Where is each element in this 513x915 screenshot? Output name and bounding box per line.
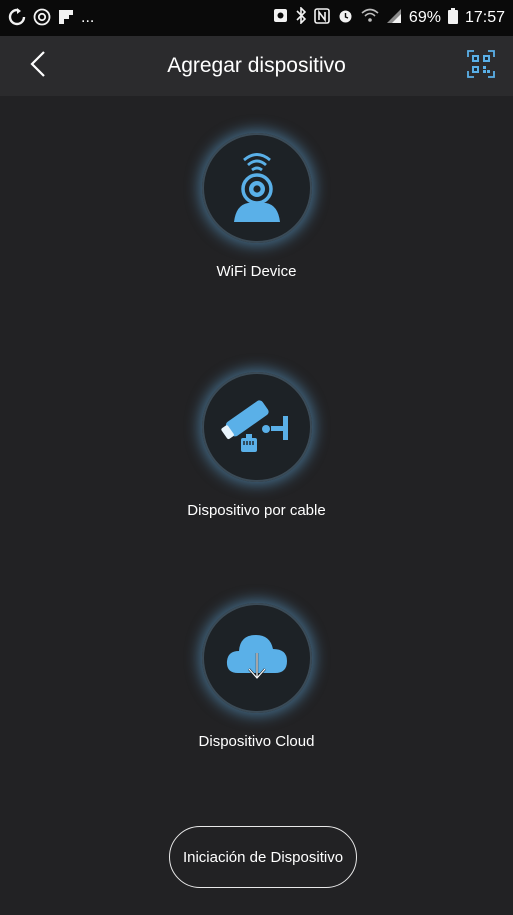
cloud-device-option[interactable]: Dispositivo Cloud (0, 603, 513, 750)
wifi-device-option[interactable]: WiFi Device (0, 133, 513, 280)
wifi-device-icon-ring (201, 133, 312, 243)
page-title: Agregar dispositivo (167, 54, 346, 77)
cloud-device-label: Dispositivo Cloud (198, 733, 315, 750)
cloud-download-icon (224, 627, 290, 690)
qr-scan-button[interactable] (465, 49, 497, 83)
nfc-icon (314, 7, 330, 29)
sync-icon (8, 7, 26, 29)
device-initialization-button[interactable]: Iniciación de Dispositivo (169, 826, 357, 888)
cloud-device-icon-ring (201, 603, 312, 713)
status-bar: ... 69% 17:57 (0, 0, 513, 36)
wired-camera-icon (217, 392, 297, 463)
signal-icon (386, 8, 402, 29)
app-bar: Agregar dispositivo (0, 36, 513, 96)
instagram-icon (33, 8, 51, 29)
clock: 17:57 (464, 9, 505, 26)
gallery-icon (273, 8, 288, 28)
battery-text: 69% (408, 9, 441, 26)
wifi-device-label: WiFi Device (216, 263, 297, 280)
flipboard-icon (58, 9, 74, 28)
status-bar-left: ... (8, 7, 95, 29)
wired-device-icon-ring (201, 372, 312, 482)
alarm-icon (337, 7, 354, 29)
wired-device-label: Dispositivo por cable (187, 502, 326, 519)
wired-device-option[interactable]: Dispositivo por cable (0, 372, 513, 519)
qr-code-scan-icon (467, 49, 495, 83)
wifi-icon (361, 8, 379, 29)
status-bar-right: 69% 17:57 (273, 6, 505, 29)
bluetooth-icon (295, 6, 307, 29)
battery-icon (447, 7, 458, 29)
more-notifications-text: ... (81, 9, 95, 26)
wifi-camera-icon (222, 148, 292, 229)
